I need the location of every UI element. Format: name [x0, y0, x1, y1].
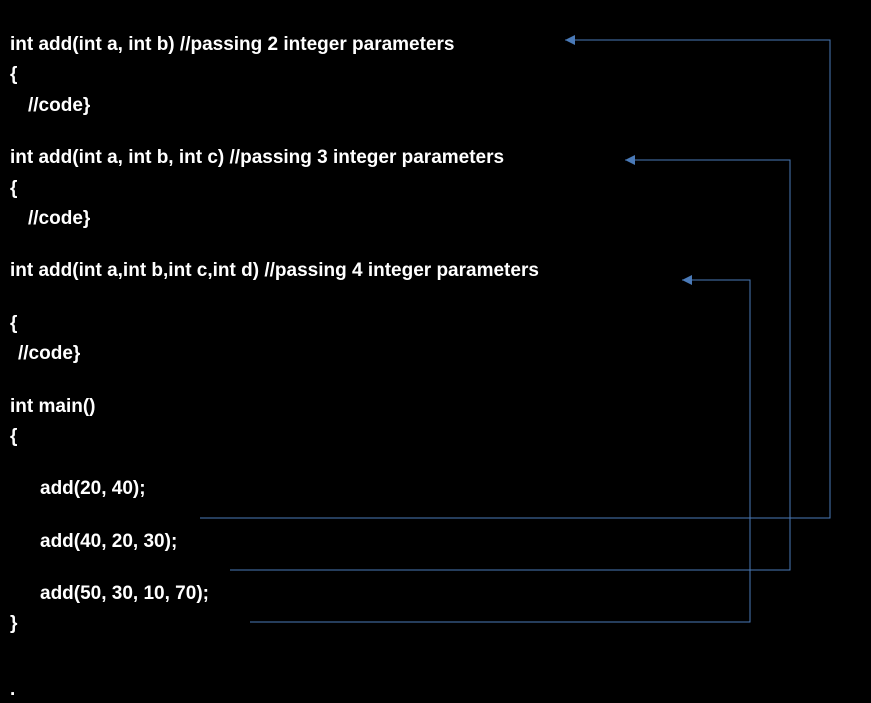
func1-open-brace: {	[10, 60, 871, 90]
main-open-brace: {	[10, 422, 871, 452]
func2-body: //code}	[10, 204, 871, 234]
func1-signature: int add(int a, int b) //passing 2 intege…	[10, 30, 871, 60]
func2-signature: int add(int a, int b, int c) //passing 3…	[10, 143, 871, 173]
main-call2: add(40, 20, 30);	[10, 527, 871, 557]
func1-body: //code}	[10, 91, 871, 121]
main-call1: add(20, 40);	[10, 474, 871, 504]
func3-open-brace: {	[10, 309, 871, 339]
func3-signature: int add(int a,int b,int c,int d) //passi…	[10, 256, 871, 286]
main-close-brace: }	[10, 609, 871, 639]
trailing-dot: .	[10, 679, 15, 701]
main-call3: add(50, 30, 10, 70);	[10, 579, 871, 609]
func2-open-brace: {	[10, 174, 871, 204]
code-block: int add(int a, int b) //passing 2 intege…	[0, 0, 871, 640]
func3-body: //code}	[10, 339, 871, 369]
main-signature: int main()	[10, 392, 871, 422]
